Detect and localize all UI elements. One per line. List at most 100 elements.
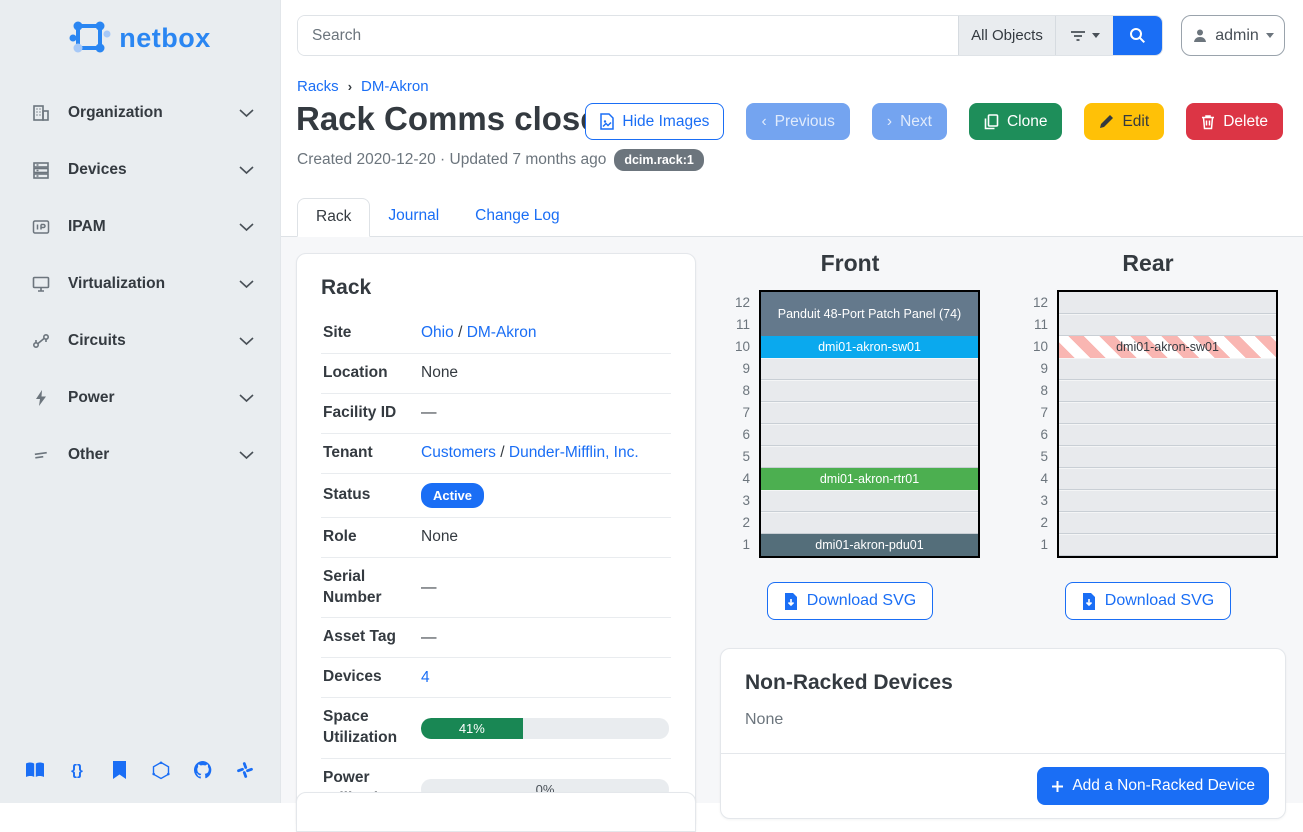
rack-slot-empty bbox=[761, 490, 978, 512]
unit-label: 2 bbox=[1018, 512, 1048, 534]
delete-button[interactable]: Delete bbox=[1186, 103, 1283, 140]
add-non-racked-device-button[interactable]: Add a Non-Racked Device bbox=[1037, 767, 1269, 805]
clone-button[interactable]: Clone bbox=[969, 103, 1063, 140]
monitor-icon bbox=[30, 273, 52, 295]
tab-journal[interactable]: Journal bbox=[370, 198, 457, 236]
chevron-left-icon: ‹ bbox=[761, 113, 766, 131]
unit-label: 1 bbox=[1018, 534, 1048, 556]
pencil-icon bbox=[1099, 114, 1114, 129]
netbox-logo[interactable]: netbox bbox=[0, 6, 280, 70]
role-value: None bbox=[417, 517, 671, 557]
rack-slot-empty bbox=[1059, 512, 1276, 534]
rack-device[interactable]: dmi01-akron-sw01 bbox=[1059, 336, 1276, 358]
rack-slot-empty bbox=[761, 402, 978, 424]
sidebar-item-circuits[interactable]: Circuits bbox=[0, 312, 280, 369]
search-filter-button[interactable] bbox=[1055, 16, 1113, 55]
sidebar-footer: {} bbox=[0, 757, 280, 803]
top-bar: All Objects bbox=[297, 15, 1287, 56]
unit-label: 12 bbox=[1018, 292, 1048, 314]
card-title: Non-Racked Devices bbox=[745, 671, 1261, 695]
attr-row-asset: Asset Tag — bbox=[321, 618, 671, 658]
breadcrumb-link-site[interactable]: DM-Akron bbox=[361, 78, 429, 95]
hide-images-button[interactable]: Hide Images bbox=[585, 103, 724, 140]
docs-book-icon[interactable] bbox=[22, 757, 48, 783]
sidebar-item-label: Circuits bbox=[68, 332, 239, 350]
tab-rack[interactable]: Rack bbox=[297, 198, 370, 237]
rear-elevation: Rear 121110987654321 dmi01-akron-sw01 bbox=[999, 237, 1297, 620]
user-name: admin bbox=[1215, 27, 1259, 45]
sidebar-item-power[interactable]: Power bbox=[0, 369, 280, 426]
front-elevation: Front 121110987654321 Panduit 48-Port Pa… bbox=[701, 237, 999, 620]
rack-slot-empty bbox=[761, 446, 978, 468]
search-submit-button[interactable] bbox=[1113, 16, 1162, 55]
sidebar-item-organization[interactable]: Organization bbox=[0, 84, 280, 141]
unit-label: 4 bbox=[720, 468, 750, 490]
github-icon[interactable] bbox=[190, 757, 216, 783]
tab-change-log[interactable]: Change Log bbox=[457, 198, 577, 236]
rack-slot-empty bbox=[1059, 380, 1276, 402]
rack-device[interactable]: Panduit 48-Port Patch Panel (74) bbox=[761, 292, 978, 336]
rack-device[interactable]: dmi01-akron-sw01 bbox=[761, 336, 978, 358]
attr-row-status: Status Active bbox=[321, 473, 671, 517]
card-title: Rack bbox=[321, 276, 671, 300]
unit-label: 5 bbox=[720, 446, 750, 468]
file-download-icon bbox=[784, 593, 798, 610]
breadcrumb-separator: › bbox=[348, 79, 352, 94]
attr-row-site: Site Ohio / DM-Akron bbox=[321, 314, 671, 353]
caret-down-icon bbox=[1266, 33, 1274, 38]
site-group-link[interactable]: Ohio bbox=[421, 324, 454, 341]
breadcrumb-link-racks[interactable]: Racks bbox=[297, 78, 339, 95]
rest-api-braces-icon[interactable]: {} bbox=[64, 757, 90, 783]
sidebar-item-label: Devices bbox=[68, 161, 239, 179]
device-count-link[interactable]: 4 bbox=[421, 669, 430, 686]
sidebar-item-virtualization[interactable]: Virtualization bbox=[0, 255, 280, 312]
rack-device[interactable]: dmi01-akron-pdu01 bbox=[761, 534, 978, 556]
attr-row-tenant: Tenant Customers / Dunder-Mifflin, Inc. bbox=[321, 433, 671, 473]
caret-down-icon bbox=[1092, 33, 1100, 38]
attr-row-space-utilization: Space Utilization 41% bbox=[321, 698, 671, 759]
rack-slot-empty bbox=[761, 380, 978, 402]
sidebar-item-label: Power bbox=[68, 389, 239, 407]
unit-label: 10 bbox=[720, 336, 750, 358]
next-button[interactable]: › Next bbox=[872, 103, 947, 140]
api-docs-icon[interactable] bbox=[106, 757, 132, 783]
page-title: Rack Comms closet bbox=[296, 100, 610, 138]
trash-icon bbox=[1201, 114, 1215, 130]
unit-label: 2 bbox=[720, 512, 750, 534]
unit-label: 4 bbox=[1018, 468, 1048, 490]
netbox-logo-word: netbox bbox=[119, 23, 211, 54]
lightning-icon bbox=[30, 387, 52, 409]
graphql-icon[interactable] bbox=[148, 757, 174, 783]
unit-label: 1 bbox=[720, 534, 750, 556]
unit-label: 11 bbox=[1018, 314, 1048, 336]
unit-labels: 121110987654321 bbox=[720, 290, 750, 558]
chevron-down-icon bbox=[239, 279, 254, 289]
download-svg-rear-button[interactable]: Download SVG bbox=[1065, 582, 1231, 620]
edit-button[interactable]: Edit bbox=[1084, 103, 1164, 140]
sidebar-item-other[interactable]: Other bbox=[0, 426, 280, 483]
user-menu-button[interactable]: admin bbox=[1181, 15, 1285, 56]
search-scope-button[interactable]: All Objects bbox=[958, 16, 1055, 55]
empty-state-text: None bbox=[745, 711, 1261, 735]
unit-label: 8 bbox=[1018, 380, 1048, 402]
sidebar-item-devices[interactable]: Devices bbox=[0, 141, 280, 198]
site-link[interactable]: DM-Akron bbox=[467, 324, 537, 341]
sidebar-item-label: Virtualization bbox=[68, 275, 239, 293]
copy-icon bbox=[984, 114, 999, 130]
search-input[interactable] bbox=[298, 16, 958, 55]
download-svg-front-button[interactable]: Download SVG bbox=[767, 582, 933, 620]
unit-label: 9 bbox=[720, 358, 750, 380]
unit-label: 10 bbox=[1018, 336, 1048, 358]
chevron-down-icon bbox=[239, 393, 254, 403]
previous-button[interactable]: ‹ Previous bbox=[746, 103, 849, 140]
image-file-icon bbox=[600, 113, 614, 130]
rack-device[interactable]: dmi01-akron-rtr01 bbox=[761, 468, 978, 490]
tenant-link[interactable]: Dunder-Mifflin, Inc. bbox=[509, 444, 639, 461]
unit-label: 9 bbox=[1018, 358, 1048, 380]
attr-row-role: Role None bbox=[321, 517, 671, 557]
tenant-group-link[interactable]: Customers bbox=[421, 444, 496, 461]
community-icon[interactable] bbox=[232, 757, 258, 783]
sidebar-item-ipam[interactable]: IPAM bbox=[0, 198, 280, 255]
braces-glyph: {} bbox=[71, 762, 83, 779]
building-icon bbox=[30, 102, 52, 124]
